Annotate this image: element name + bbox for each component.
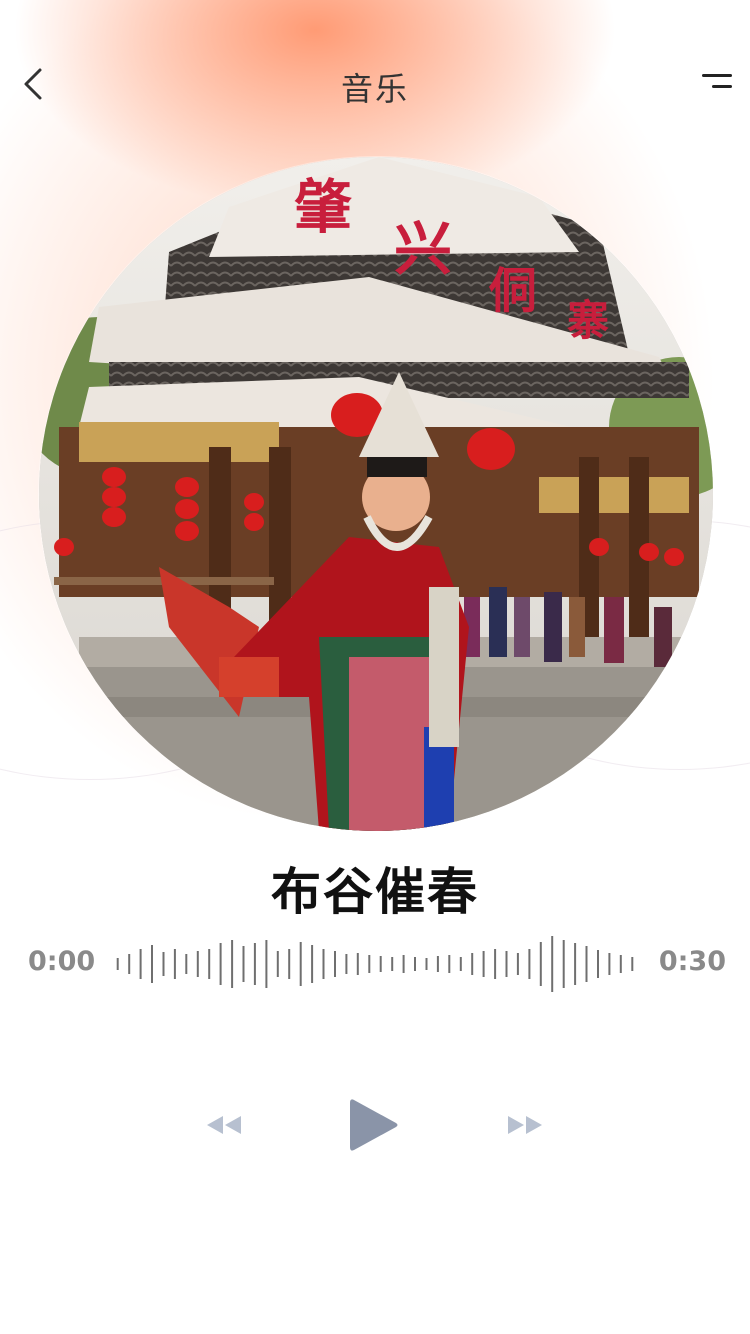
fast-forward-button[interactable] (506, 1114, 544, 1136)
waveform-bar (196, 951, 199, 977)
rewind-button[interactable] (205, 1114, 243, 1136)
waveform-bar (139, 949, 142, 979)
menu-button[interactable] (698, 72, 734, 96)
waveform-bar (436, 956, 439, 972)
waveform-bar (471, 953, 474, 975)
svg-text:兴: 兴 (394, 215, 452, 283)
waveform-bar (299, 942, 302, 986)
waveform-progress-bar[interactable] (112, 930, 638, 998)
waveform-bar (551, 936, 554, 992)
playback-controls (0, 1090, 750, 1160)
waveform-bar (116, 958, 119, 970)
waveform-bar (414, 957, 416, 971)
svg-text:寨: 寨 (567, 296, 609, 345)
waveform-bar (448, 955, 451, 973)
waveform-bar (459, 957, 462, 971)
menu-icon (702, 74, 732, 88)
waveform-bar (608, 953, 611, 975)
play-button[interactable] (346, 1096, 402, 1154)
waveform-bar (334, 951, 336, 977)
waveform-bar (574, 943, 577, 985)
waveform-bar (276, 951, 279, 977)
waveform-bar (219, 943, 222, 985)
waveform-bar (322, 949, 325, 979)
waveform-bar (265, 940, 268, 988)
waveform-bar (516, 953, 519, 975)
rewind-icon (207, 1116, 241, 1134)
waveform-bar (585, 946, 588, 982)
waveform-bar (173, 949, 176, 979)
waveform-bar (128, 954, 131, 974)
waveform-bar (539, 942, 542, 986)
album-cover-image: 肇 兴 侗 寨 (39, 157, 713, 831)
waveform-bar (368, 955, 371, 973)
waveform-bar (482, 951, 485, 977)
waveform-bar (345, 954, 348, 974)
waveform-bar (185, 954, 188, 974)
waveform-bar (253, 943, 256, 985)
waveform-bar (425, 958, 428, 970)
waveform-bar (231, 940, 234, 988)
waveform-bar (619, 955, 622, 973)
svg-text:肇: 肇 (294, 173, 352, 241)
total-time: 0:30 (658, 946, 726, 977)
waveform-bar (391, 957, 394, 971)
waveform-bar (562, 940, 565, 988)
waveform-bar (151, 945, 153, 983)
waveform-bar (494, 949, 497, 979)
play-icon (350, 1099, 398, 1151)
page-title: 音乐 (340, 70, 409, 108)
waveform-bar (162, 952, 165, 976)
waveform-bar (208, 949, 211, 979)
waveform-bar (597, 950, 599, 978)
waveform-bar (379, 956, 382, 972)
waveform-bar (528, 949, 531, 979)
current-time: 0:00 (28, 946, 96, 977)
album-cover: 肇 兴 侗 寨 (39, 157, 713, 831)
fast-forward-icon (508, 1116, 542, 1134)
song-title: 布谷催春 (271, 863, 479, 921)
waveform-bar (631, 957, 634, 971)
waveform-bar (242, 946, 245, 982)
waveform-bar (402, 955, 405, 973)
svg-text:侗: 侗 (488, 263, 537, 319)
waveform-bar (505, 951, 508, 977)
waveform-bar (288, 949, 291, 979)
waveform-bar (356, 953, 359, 975)
music-player-screen: 音乐 肇 兴 侗 寨 布谷催春 0:00 0:30 (0, 0, 750, 1334)
header-bar: 音乐 (0, 52, 750, 116)
waveform-bar (311, 945, 314, 983)
